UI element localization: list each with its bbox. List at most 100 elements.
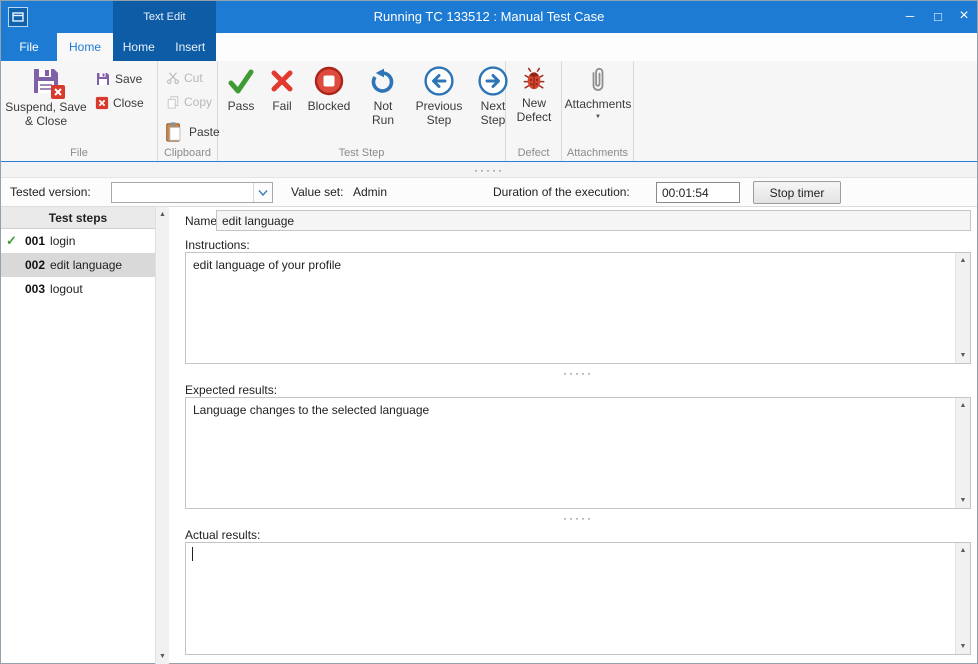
attachments-group-label: Attachments: [562, 147, 633, 159]
test-steps-header: Test steps: [1, 207, 155, 229]
attachments-label: Attachments: [565, 98, 632, 112]
sidebar-scrollbar[interactable]: ▲ ▼: [155, 207, 169, 664]
scroll-up-icon[interactable]: ▲: [956, 543, 970, 558]
pass-label: Pass: [228, 100, 255, 114]
minimize-button[interactable]: ─: [897, 1, 923, 31]
tested-version-combobox[interactable]: [111, 182, 273, 203]
instructions-field: edit language of your profile ▲ ▼: [185, 252, 971, 364]
ribbon-tab-row: File Home Home Insert: [1, 33, 977, 61]
ribbon-group-clipboard: Cut Copy Paste Clipboard: [158, 61, 218, 161]
scroll-down-icon[interactable]: ▼: [956, 348, 970, 363]
paste-clipboard-icon: [163, 121, 185, 143]
close-label: Close: [113, 96, 144, 110]
tab-ctx-insert[interactable]: Insert: [165, 33, 217, 61]
tested-version-dropdown-button[interactable]: [253, 183, 272, 202]
window-glyph-icon: [11, 10, 25, 24]
duration-input[interactable]: [656, 182, 740, 203]
previous-step-button[interactable]: Previous Step: [414, 65, 464, 128]
suspend-save-close-icon: [30, 65, 62, 97]
tab-home[interactable]: Home: [57, 33, 113, 61]
step-label: login: [50, 234, 75, 248]
scroll-up-icon[interactable]: ▲: [156, 207, 169, 222]
tab-file[interactable]: File: [1, 33, 57, 61]
copy-icon: [166, 95, 180, 109]
new-defect-button[interactable]: New Defect: [509, 65, 559, 125]
not-run-button[interactable]: Not Run: [361, 65, 405, 128]
titlebar: Text Edit Running TC 133512 : Manual Tes…: [1, 1, 977, 33]
actual-results-textarea[interactable]: [186, 543, 955, 654]
bug-icon: [520, 65, 548, 93]
contextual-tab-group-header: Text Edit: [113, 1, 216, 33]
close-ribbon-button[interactable]: Close: [95, 93, 144, 113]
instructions-scrollbar[interactable]: ▲ ▼: [955, 253, 970, 363]
scroll-down-icon[interactable]: ▼: [156, 649, 169, 664]
copy-button: Copy: [166, 92, 212, 112]
close-button[interactable]: ×: [951, 1, 977, 31]
test-step-row-002[interactable]: 002 edit language: [1, 253, 155, 277]
tested-version-value: [116, 185, 250, 201]
expected-results-textarea[interactable]: Language changes to the selected languag…: [186, 398, 955, 508]
clipboard-group-label: Clipboard: [158, 147, 217, 159]
step-passed-check-icon: ✓: [6, 233, 20, 249]
expected-results-scrollbar[interactable]: ▲ ▼: [955, 398, 970, 508]
ribbon-group-test-step: Pass Fail Blocked: [218, 61, 506, 161]
value-set-value: Admin: [353, 185, 387, 199]
maximize-icon: □: [934, 9, 942, 24]
test-step-row-001[interactable]: ✓ 001 login: [1, 229, 155, 253]
paste-button[interactable]: Paste: [163, 119, 220, 145]
expected-actual-splitter-grip[interactable]: ·····: [185, 509, 971, 526]
cut-label: Cut: [184, 71, 203, 85]
attachments-dropdown-icon: ▼: [595, 114, 601, 120]
copy-label: Copy: [184, 95, 212, 109]
instructions-textarea[interactable]: edit language of your profile: [186, 253, 955, 363]
scroll-down-icon[interactable]: ▼: [956, 639, 970, 654]
file-group-label: File: [1, 147, 157, 159]
save-label: Save: [115, 72, 142, 86]
pass-button[interactable]: Pass: [224, 65, 258, 128]
name-input[interactable]: [216, 210, 971, 231]
save-button[interactable]: Save: [95, 69, 142, 89]
duration-label: Duration of the execution:: [493, 185, 630, 199]
test-step-row-003[interactable]: 003 logout: [1, 277, 155, 301]
step-label: logout: [50, 282, 83, 296]
fail-x-icon: [266, 65, 298, 97]
window-title: Running TC 133512 : Manual Test Case: [374, 9, 605, 24]
not-run-label: Not Run: [361, 100, 405, 128]
instructions-expected-splitter-grip[interactable]: ·····: [185, 364, 971, 381]
cut-scissors-icon: [166, 71, 180, 85]
execution-toolbar: Tested version: Value set: Admin Duratio…: [1, 178, 977, 207]
scroll-up-icon[interactable]: ▲: [956, 253, 970, 268]
fail-button[interactable]: Fail: [267, 65, 297, 128]
actual-results-label: Actual results:: [185, 528, 260, 542]
actual-results-field: ▲ ▼: [185, 542, 971, 655]
paperclip-icon: [586, 65, 610, 95]
stop-timer-button[interactable]: Stop timer: [753, 181, 841, 204]
value-set-label: Value set:: [291, 185, 343, 199]
actual-results-scrollbar[interactable]: ▲ ▼: [955, 543, 970, 654]
text-caret: [192, 547, 193, 561]
cut-button: Cut: [166, 68, 203, 88]
step-label: edit language: [50, 258, 122, 272]
contextual-tabs: Home Insert: [113, 33, 216, 61]
tested-version-label: Tested version:: [10, 185, 91, 199]
blocked-button[interactable]: Blocked: [306, 65, 352, 128]
expected-results-field: Language changes to the selected languag…: [185, 397, 971, 509]
maximize-button[interactable]: □: [925, 1, 951, 31]
previous-step-icon: [423, 65, 455, 97]
scroll-down-icon[interactable]: ▼: [956, 493, 970, 508]
ribbon-splitter-grip[interactable]: ·····: [1, 162, 977, 178]
ribbon-group-attachments: Attachments ▼ Attachments: [562, 61, 634, 161]
previous-step-label: Previous Step: [414, 100, 464, 128]
tab-ctx-home[interactable]: Home: [113, 33, 165, 61]
new-defect-label: New Defect: [509, 97, 559, 125]
suspend-save-close-label: Suspend, Save & Close: [3, 101, 89, 129]
attachments-button[interactable]: Attachments ▼: [565, 65, 631, 120]
next-step-icon: [477, 65, 509, 97]
app-icon[interactable]: [8, 7, 28, 27]
close-icon: ×: [959, 7, 968, 25]
close-red-icon: [95, 96, 109, 110]
not-run-refresh-icon: [367, 65, 399, 97]
test-step-group-label: Test Step: [218, 147, 505, 159]
scroll-up-icon[interactable]: ▲: [956, 398, 970, 413]
suspend-save-close-button[interactable]: Suspend, Save & Close: [3, 65, 89, 129]
